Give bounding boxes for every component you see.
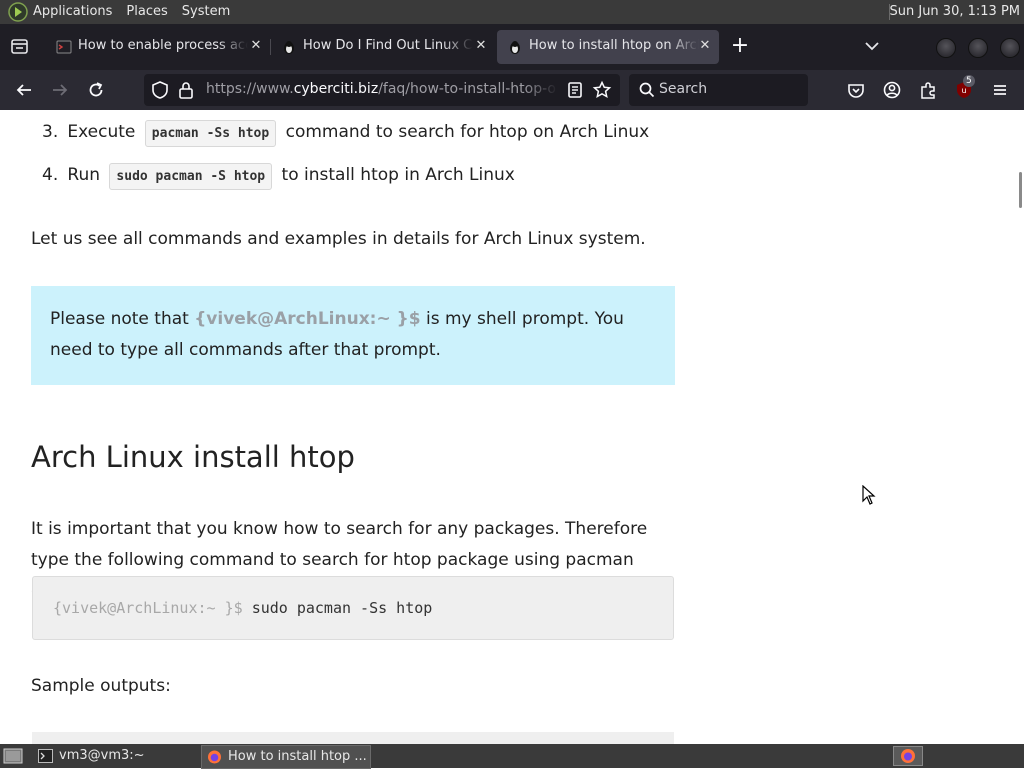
close-tab-icon[interactable]: ✕: [697, 38, 713, 54]
terminal-icon: [38, 749, 53, 763]
firefox-view-icon[interactable]: [4, 33, 34, 61]
taskbar-item-terminal[interactable]: vm3@vm3:~: [33, 745, 198, 767]
top-desktop-panel: Applications Places System Sun Jun 30, 1…: [0, 0, 1024, 24]
tab-linux-cpu[interactable]: How Do I Find Out Linux CPU ✕: [271, 30, 495, 64]
search-icon: [637, 80, 657, 100]
reader-view-icon[interactable]: [565, 80, 585, 100]
system-menu[interactable]: System: [182, 0, 230, 24]
code-prompt: {vivek@ArchLinux:~ }$: [53, 599, 243, 617]
pocket-icon[interactable]: [846, 80, 866, 100]
scrollbar-thumb[interactable]: [1019, 172, 1022, 208]
mouse-cursor-icon: [862, 484, 876, 505]
bookmark-star-icon[interactable]: [592, 80, 612, 100]
code-command: sudo pacman -Ss htop: [251, 599, 433, 617]
taskbar-item-firefox[interactable]: How to install htop ...: [201, 745, 371, 769]
code-line: {vivek@ArchLinux:~ }$ sudo pacman -Ss ht…: [53, 599, 432, 617]
code-block[interactable]: {vivek@ArchLinux:~ }$ sudo pacman -Ss ht…: [32, 576, 674, 640]
list-item: 3. Execute pacman -Ss htop command to se…: [42, 120, 649, 147]
reload-icon[interactable]: [86, 80, 106, 100]
terminal-favicon-icon: [56, 39, 72, 55]
tab-strip: How to enable process acco ✕ How Do I Fi…: [0, 24, 1024, 70]
close-tab-icon[interactable]: ✕: [473, 38, 489, 54]
inline-code: sudo pacman -S htop: [109, 163, 273, 190]
chevron-down-icon[interactable]: [862, 36, 882, 56]
navigation-toolbar: https://www.cyberciti.biz/faq/how-to-ins…: [0, 70, 1024, 110]
new-tab-icon[interactable]: +: [728, 34, 752, 58]
sample-outputs-label: Sample outputs:: [31, 676, 171, 696]
taskbar-label: How to install htop ...: [228, 749, 367, 764]
close-tab-icon[interactable]: ✕: [248, 38, 264, 54]
minimize-window-button[interactable]: [936, 38, 956, 58]
intro-paragraph: Let us see all commands and examples in …: [31, 229, 646, 249]
shell-prompt: {vivek@ArchLinux:~ }$: [194, 309, 421, 329]
tux-favicon-icon: [281, 39, 297, 55]
output-block: [32, 732, 674, 744]
maximize-window-button[interactable]: [968, 38, 988, 58]
forward-arrow-icon[interactable]: [50, 80, 70, 100]
svg-text:u: u: [961, 86, 966, 95]
tab-install-htop[interactable]: How to install htop on Arch L ✕: [497, 30, 719, 64]
inline-code: pacman -Ss htop: [144, 120, 277, 147]
hamburger-menu-icon[interactable]: [990, 80, 1010, 100]
close-window-button[interactable]: [1000, 38, 1020, 58]
tab-title: How to install htop on Arch L: [529, 38, 699, 53]
workspace-switcher[interactable]: [893, 745, 923, 767]
list-item: 4. Run sudo pacman -S htop to install ht…: [42, 163, 515, 190]
back-arrow-icon[interactable]: [14, 80, 34, 100]
note-box: Please note that {vivek@ArchLinux:~ }$ i…: [31, 286, 675, 385]
account-icon[interactable]: [882, 80, 902, 100]
panel-clock[interactable]: Sun Jun 30, 1:13 PM: [890, 0, 1021, 24]
url-bar[interactable]: https://www.cyberciti.biz/faq/how-to-ins…: [144, 74, 620, 106]
taskbar-label: vm3@vm3:~: [59, 748, 145, 763]
distro-logo-icon[interactable]: [8, 2, 28, 22]
bottom-taskbar: vm3@vm3:~ How to install htop ...: [0, 744, 1024, 769]
tab-title: How to enable process acco: [78, 38, 248, 53]
extension-count-badge: 5: [963, 75, 975, 87]
extensions-puzzle-icon[interactable]: [918, 80, 938, 100]
show-desktop-button[interactable]: [2, 745, 24, 767]
url-text[interactable]: https://www.cyberciti.biz/faq/how-to-ins…: [206, 81, 558, 97]
page-content: 3. Execute pacman -Ss htop command to se…: [0, 110, 1016, 744]
search-placeholder: Search: [659, 81, 708, 97]
lock-icon[interactable]: [176, 80, 196, 100]
search-bar[interactable]: Search: [629, 74, 808, 106]
tab-title: How Do I Find Out Linux CPU: [303, 38, 473, 53]
applications-menu[interactable]: Applications: [33, 0, 112, 24]
tracking-shield-icon[interactable]: [150, 80, 170, 100]
note-text: Please note that {vivek@ArchLinux:~ }$ i…: [50, 309, 624, 360]
section-heading: Arch Linux install htop: [31, 440, 355, 474]
tux-favicon-icon: [507, 39, 523, 55]
firefox-icon: [207, 750, 222, 764]
tab-process-accounting[interactable]: How to enable process acco ✕: [46, 30, 270, 64]
places-menu[interactable]: Places: [126, 0, 167, 24]
